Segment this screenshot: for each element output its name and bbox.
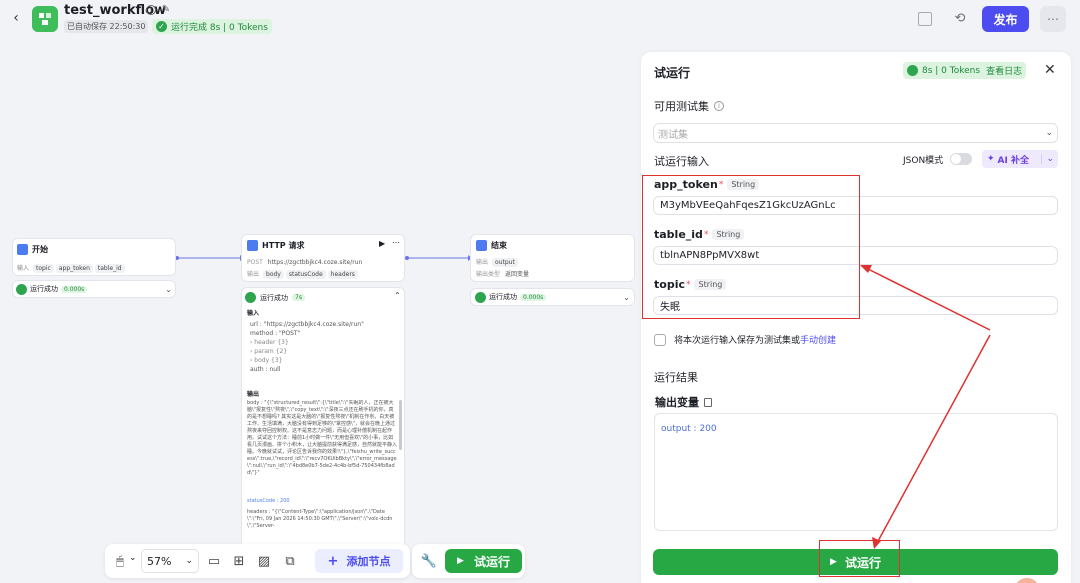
annotation-arrows	[860, 265, 991, 549]
